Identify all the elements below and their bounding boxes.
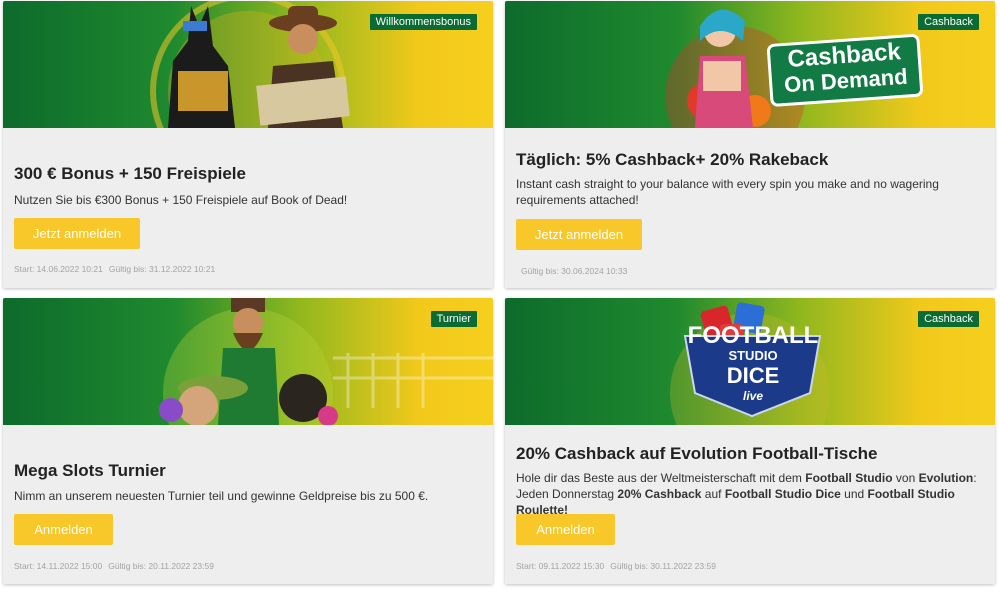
promo-card-football-cashback: FOOTBALL STUDIO DICE live Cashback 20% C…	[505, 298, 995, 584]
category-badge: Cashback	[918, 14, 979, 30]
cashback-on-demand-logo: Cashback On Demand	[773, 38, 916, 98]
promo-title: Täglich: 5% Cashback+ 20% Rakeback	[516, 150, 829, 169]
promo-dates: Gültig bis: 30.06.2024 10:33	[521, 266, 627, 276]
category-badge: Willkommensbonus	[369, 14, 477, 30]
desc-bold: Evolution	[918, 471, 974, 485]
desc-bold: Football Studio Dice	[724, 487, 841, 501]
valid-until-date: Gültig bis: 31.12.2022 10:21	[108, 264, 216, 274]
promo-card-cashback: Cashback On Demand Cashback Täglich: 5% …	[505, 1, 995, 288]
logo-line-1: FOOTBALL	[687, 322, 819, 349]
valid-until-date: Gültig bis: 20.11.2022 23:59	[108, 561, 214, 571]
logo-line-4: live	[742, 389, 763, 403]
desc-bold: 20% Cashback	[617, 487, 702, 501]
start-date: Start: 14.11.2022 15:00	[14, 561, 103, 571]
desc-text: auf	[701, 487, 725, 501]
promo-dates: Start: 14.11.2022 15:00 Gültig bis: 20.11…	[14, 561, 214, 571]
promo-title: Mega Slots Turnier	[14, 461, 166, 480]
category-badge: Cashback	[918, 311, 979, 327]
register-button[interactable]: Jetzt anmelden	[516, 219, 642, 250]
banner-illustration	[159, 298, 493, 425]
promo-description: Nimm an unserem neuesten Turnier teil un…	[14, 489, 429, 503]
register-button[interactable]: Anmelden	[516, 514, 615, 545]
football-studio-dice-logo: FOOTBALL STUDIO DICE live	[683, 322, 823, 406]
desc-bold: Football Studio	[805, 471, 893, 485]
promo-banner: Willkommensbonus	[3, 1, 493, 128]
promo-title: 20% Cashback auf Evolution Football-Tisc…	[516, 444, 878, 463]
promo-banner: FOOTBALL STUDIO DICE live Cashback	[505, 298, 995, 425]
valid-until-date: Gültig bis: 30.11.2022 23:59	[610, 561, 716, 571]
start-date: Start: 09.11.2022 15:30	[516, 561, 605, 571]
desc-text: von	[892, 471, 919, 485]
desc-text: und	[840, 487, 868, 501]
category-badge: Turnier	[430, 311, 477, 327]
promo-banner: Cashback On Demand Cashback	[505, 1, 995, 128]
start-date: Start: 14.06.2022 10:21	[14, 264, 103, 274]
promo-description: Hole dir das Beste aus der Weltmeistersc…	[516, 470, 983, 518]
promo-dates: Start: 09.11.2022 15:30 Gültig bis: 30.11…	[516, 561, 716, 571]
desc-text: Hole dir das Beste aus der Weltmeistersc…	[516, 471, 806, 485]
promo-card-welcome-bonus: Willkommensbonus 300 € Bonus + 150 Freis…	[3, 1, 493, 288]
promo-card-tournament: Turnier Mega Slots Turnier Nimm an unser…	[3, 298, 493, 584]
promo-description: Instant cash straight to your balance wi…	[516, 177, 939, 207]
logo-line-3: DICE	[726, 363, 780, 388]
promo-banner: Turnier	[3, 298, 493, 425]
register-button[interactable]: Anmelden	[14, 514, 113, 545]
promo-dates: Start: 14.06.2022 10:21 Gültig bis: 31.12…	[14, 264, 215, 274]
valid-until-date: Gültig bis: 30.06.2024 10:33	[521, 266, 628, 276]
promo-title: 300 € Bonus + 150 Freispiele	[14, 164, 246, 183]
register-button[interactable]: Jetzt anmelden	[14, 218, 140, 249]
promo-description: Nutzen Sie bis €300 Bonus + 150 Freispie…	[14, 193, 348, 207]
